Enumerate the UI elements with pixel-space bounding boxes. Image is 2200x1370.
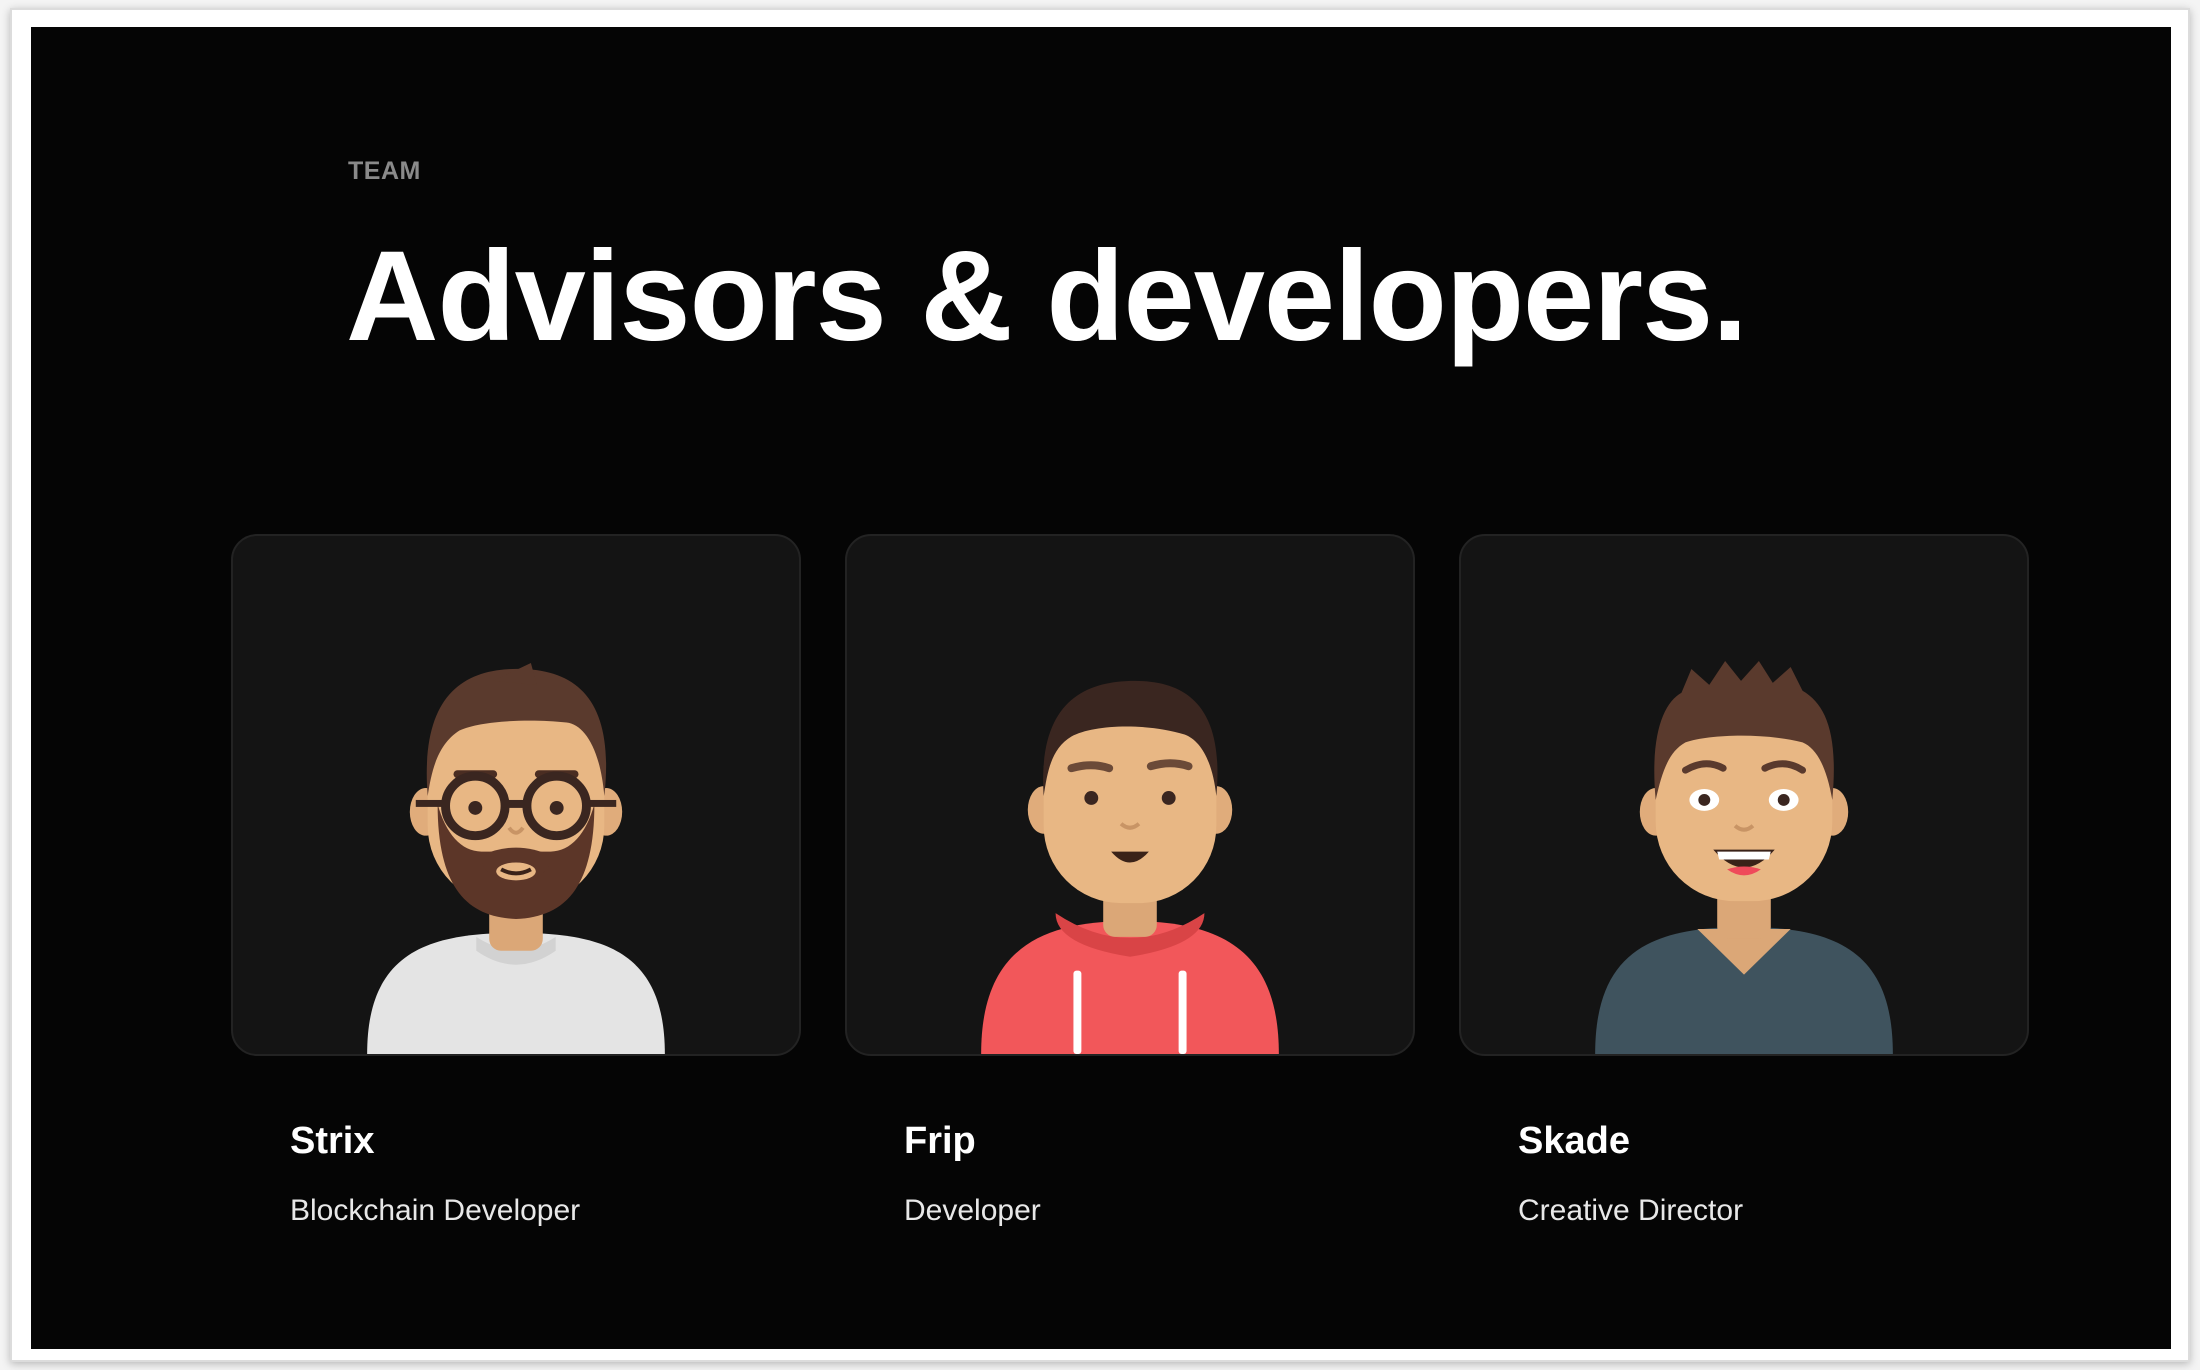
member-role: Blockchain Developer	[290, 1194, 581, 1227]
member-name: Skade	[1518, 1120, 1630, 1162]
team-section: TEAM Advisors & developers. Strix Blockc…	[31, 27, 2171, 1349]
screenshot-frame: TEAM Advisors & developers. Strix Blockc…	[10, 8, 2190, 1362]
section-title: Advisors & developers.	[346, 225, 1748, 368]
member-name: Strix	[290, 1120, 375, 1162]
member-role: Developer	[904, 1194, 1041, 1227]
member-card-strix[interactable]	[231, 534, 801, 1056]
member-card-frip[interactable]	[845, 534, 1415, 1056]
hoodie-man-avatar-icon	[981, 680, 1279, 1054]
member-role: Creative Director	[1518, 1194, 1744, 1227]
bearded-man-avatar-icon	[367, 663, 665, 1054]
section-eyebrow: TEAM	[348, 157, 421, 185]
member-card-skade[interactable]	[1459, 534, 2029, 1056]
member-name: Frip	[904, 1120, 976, 1162]
smiling-man-avatar-icon	[1595, 661, 1893, 1054]
